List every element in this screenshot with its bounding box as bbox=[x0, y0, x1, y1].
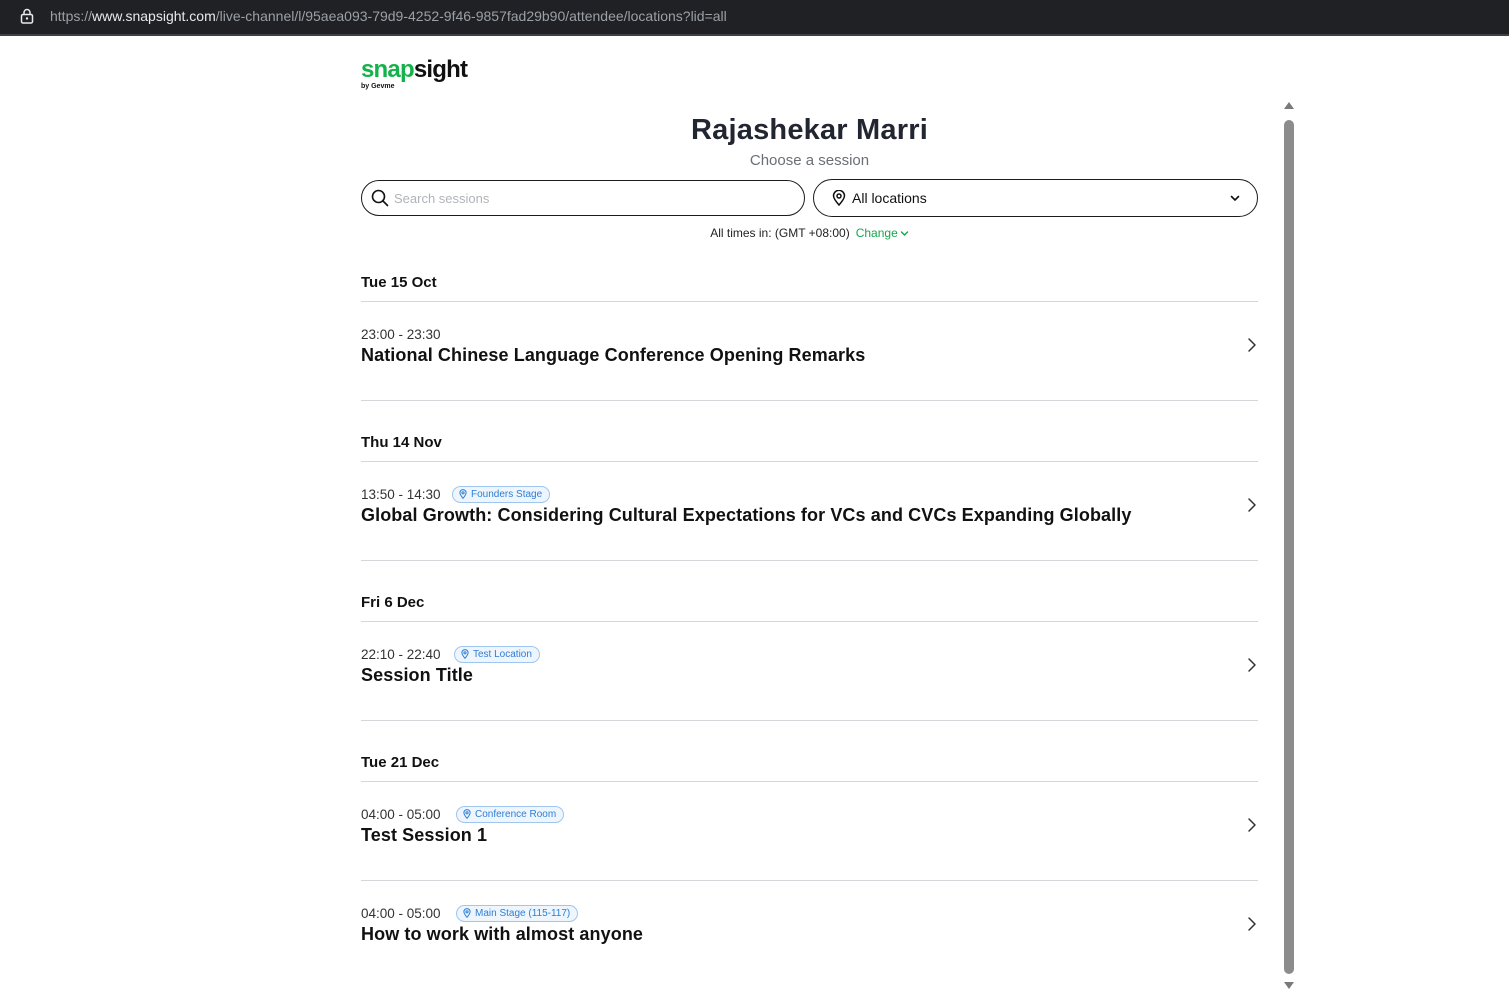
session-item[interactable]: 04:00 - 05:00 Conference Room Test Sessi… bbox=[361, 806, 1258, 873]
url-host: www.snapsight.com bbox=[92, 8, 216, 24]
chevron-right-icon bbox=[1248, 917, 1256, 931]
divider bbox=[361, 560, 1258, 561]
location-badge: Main Stage (115-117) bbox=[456, 905, 579, 922]
day-header: Tue 21 Dec bbox=[361, 754, 440, 771]
timezone-label: All times in: (GMT +08:00) bbox=[710, 226, 850, 240]
chevron-right-icon bbox=[1248, 338, 1256, 352]
attendee-name: Rajashekar Marri bbox=[691, 114, 928, 146]
location-dropdown[interactable]: All locations bbox=[813, 179, 1258, 217]
location-pin-icon bbox=[832, 190, 846, 206]
divider bbox=[361, 301, 1258, 302]
divider bbox=[361, 461, 1258, 462]
location-badge: Conference Room bbox=[456, 806, 565, 823]
chevron-right-icon bbox=[1248, 498, 1256, 512]
day-header: Fri 6 Dec bbox=[361, 594, 425, 611]
location-badge-label: Conference Room bbox=[475, 809, 557, 820]
session-time: 22:10 - 22:40 bbox=[361, 647, 441, 662]
scroll-up-arrow[interactable] bbox=[1284, 102, 1294, 109]
chevron-right-icon bbox=[1248, 818, 1256, 832]
session-title: Test Session 1 bbox=[361, 825, 488, 845]
logo-sight: sight bbox=[413, 56, 468, 83]
scroll-down-arrow[interactable] bbox=[1284, 982, 1294, 989]
logo-wordmark: snapsight bbox=[361, 56, 471, 84]
location-pin-icon bbox=[463, 809, 471, 819]
address-bar-divider bbox=[0, 34, 1509, 36]
location-badge-label: Main Stage (115-117) bbox=[475, 908, 571, 919]
location-badge: Founders Stage bbox=[452, 486, 551, 503]
location-badge-label: Test Location bbox=[473, 649, 532, 660]
location-badge: Test Location bbox=[454, 646, 540, 663]
divider bbox=[361, 720, 1258, 721]
location-dropdown-value: All locations bbox=[852, 190, 927, 206]
scrollbar[interactable] bbox=[1283, 102, 1295, 990]
location-badge-label: Founders Stage bbox=[471, 489, 543, 500]
url-text[interactable]: https://www.snapsight.com/live-channel/l… bbox=[50, 8, 727, 24]
location-pin-icon bbox=[463, 908, 471, 918]
session-title: National Chinese Language Conference Ope… bbox=[361, 345, 866, 365]
chevron-right-icon bbox=[1248, 658, 1256, 672]
logo-by-gevme: by Gevme bbox=[361, 83, 395, 90]
session-item[interactable]: 13:50 - 14:30 Founders Stage Global Grow… bbox=[361, 486, 1258, 553]
session-title: Session Title bbox=[361, 665, 474, 685]
session-item[interactable]: 22:10 - 22:40 Test Location Session Titl… bbox=[361, 646, 1258, 713]
session-item[interactable]: 23:00 - 23:30 National Chinese Language … bbox=[361, 327, 1258, 393]
page-subtitle: Choose a session bbox=[749, 152, 870, 169]
session-time: 23:00 - 23:30 bbox=[361, 327, 441, 342]
browser-address-bar: https://www.snapsight.com/live-channel/l… bbox=[0, 0, 1509, 36]
search-input[interactable] bbox=[394, 187, 794, 209]
search-icon bbox=[371, 189, 389, 207]
session-time: 04:00 - 05:00 bbox=[361, 807, 441, 822]
location-pin-icon bbox=[461, 649, 469, 659]
timezone-line: All times in: (GMT +08:00) Change bbox=[361, 226, 1258, 240]
url-path: /live-channel/l/95aea093-79d9-4252-9f46-… bbox=[215, 8, 727, 24]
divider bbox=[361, 621, 1258, 622]
session-time: 13:50 - 14:30 bbox=[361, 487, 441, 502]
search-box[interactable] bbox=[361, 180, 805, 216]
divider bbox=[361, 400, 1258, 401]
session-title: How to work with almost anyone bbox=[361, 924, 644, 944]
lock-icon bbox=[20, 8, 34, 24]
change-timezone-label: Change bbox=[855, 226, 898, 240]
day-header: Thu 14 Nov bbox=[361, 434, 442, 451]
session-title: Global Growth: Considering Cultural Expe… bbox=[361, 505, 1132, 525]
session-list-panel: Rajashekar Marri Choose a session All lo… bbox=[361, 100, 1258, 992]
chevron-down-icon bbox=[900, 231, 908, 237]
session-item[interactable]: 04:00 - 05:00 Main Stage (115-117) How t… bbox=[361, 905, 1258, 972]
location-pin-icon bbox=[459, 489, 467, 499]
divider bbox=[361, 880, 1258, 881]
url-scheme: https:// bbox=[50, 8, 93, 24]
change-timezone-link[interactable]: Change bbox=[856, 226, 909, 240]
day-header: Tue 15 Oct bbox=[361, 274, 437, 291]
snapsight-logo[interactable]: snapsight by Gevme bbox=[361, 56, 471, 96]
scrollbar-thumb[interactable] bbox=[1284, 120, 1294, 974]
divider bbox=[361, 781, 1258, 782]
chevron-down-icon bbox=[1230, 195, 1240, 201]
session-time: 04:00 - 05:00 bbox=[361, 906, 441, 921]
logo-snap: snap bbox=[361, 56, 415, 83]
